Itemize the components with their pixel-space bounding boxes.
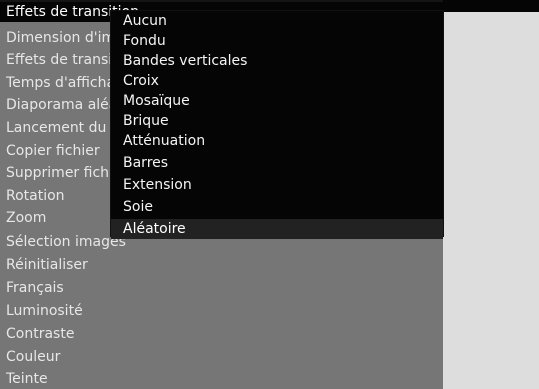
- dropdown-option-aucun[interactable]: Aucun: [111, 11, 443, 31]
- menu-item-language[interactable]: Français: [0, 277, 443, 299]
- menu-item-tint[interactable]: Teinte: [0, 368, 443, 389]
- menu-item-brightness[interactable]: Luminosité: [0, 300, 443, 322]
- side-panel: [443, 0, 539, 389]
- dropdown-option-soie[interactable]: Soie: [111, 197, 443, 217]
- dropdown-option-barres[interactable]: Barres: [111, 153, 443, 173]
- dropdown-option-mosaique[interactable]: Mosaïque: [111, 91, 443, 111]
- transition-effects-dropdown[interactable]: Aucun Fondu Bandes verticales Croix Mosa…: [111, 11, 443, 239]
- dropdown-option-attenuation[interactable]: Atténuation: [111, 131, 443, 151]
- dropdown-option-fondu[interactable]: Fondu: [111, 31, 443, 51]
- screen: Effets de transition Dimension d'image E…: [0, 0, 539, 389]
- menu-item-contrast[interactable]: Contraste: [0, 323, 443, 345]
- dropdown-option-aleatoire-highlighted[interactable]: Aléatoire: [111, 219, 443, 239]
- dropdown-option-bandes-verticales[interactable]: Bandes verticales: [111, 51, 443, 71]
- dropdown-option-extension[interactable]: Extension: [111, 175, 443, 195]
- dropdown-option-brique[interactable]: Brique: [111, 111, 443, 131]
- menu-item-color[interactable]: Couleur: [0, 346, 443, 368]
- dropdown-option-croix[interactable]: Croix: [111, 71, 443, 91]
- menu-item-reset[interactable]: Réinitialiser: [0, 254, 443, 276]
